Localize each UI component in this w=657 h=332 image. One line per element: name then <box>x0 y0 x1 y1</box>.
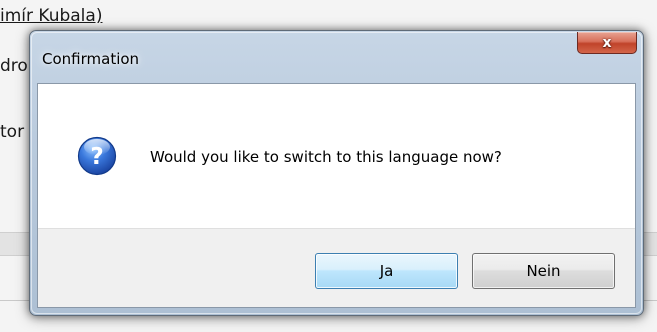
confirmation-message: Would you like to switch to this languag… <box>150 148 502 166</box>
no-button[interactable]: Nein <box>472 253 615 289</box>
confirmation-dialog: Confirmation x ? Would you like to switc… <box>29 30 644 316</box>
background-text-line: dro <box>0 56 28 76</box>
yes-button-label: Ja <box>379 262 394 280</box>
background-text-line: imír Kubala) <box>0 6 103 26</box>
svg-text:?: ? <box>90 144 103 170</box>
button-bar: Ja Nein <box>38 228 635 307</box>
dialog-title: Confirmation <box>42 50 140 68</box>
message-area: ? Would you like to switch to this langu… <box>38 84 635 228</box>
dialog-client-area: ? Would you like to switch to this langu… <box>37 83 636 308</box>
question-icon: ? <box>77 136 117 176</box>
background-text-line: tor <box>0 122 25 142</box>
yes-button[interactable]: Ja <box>315 253 458 289</box>
no-button-label: Nein <box>526 262 561 280</box>
close-icon: x <box>602 34 612 51</box>
close-button[interactable]: x <box>577 32 637 54</box>
